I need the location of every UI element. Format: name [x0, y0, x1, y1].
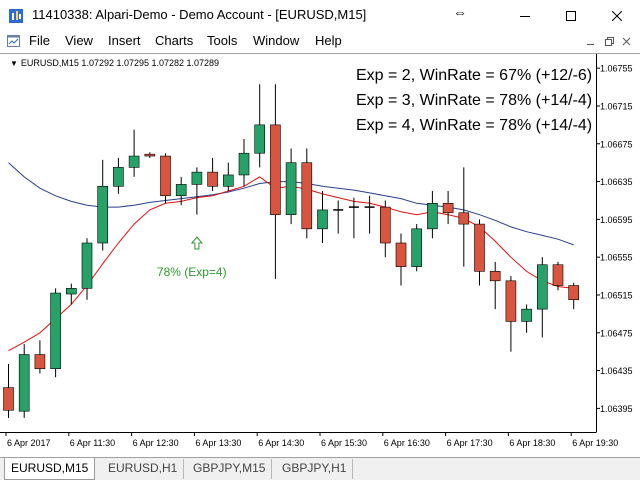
- time-tick-label: 6 Apr 14:30: [258, 438, 304, 448]
- candle-body: [50, 292, 61, 369]
- candle-body: [223, 174, 234, 187]
- time-tick-label: 6 Apr 12:30: [133, 438, 179, 448]
- candle-body: [505, 280, 517, 322]
- stat-line-exp2: Exp = 2, WinRate = 67% (+12/-6): [356, 67, 593, 84]
- candle-body: [301, 162, 313, 230]
- stat-line-exp4: Exp = 4, WinRate = 78% (+14/-4): [356, 117, 593, 134]
- symbol-info: ▼ EURUSD,M15 1.07292 1.07295 1.07282 1.07…: [10, 58, 219, 68]
- window-title: 11410338: Alpari-Demo - Demo Account - […: [32, 7, 367, 22]
- close-button[interactable]: [594, 0, 640, 31]
- close-icon: [612, 10, 622, 21]
- candle-body: [160, 155, 171, 197]
- tab-gbpjpy-m15[interactable]: GBPJPY,M15: [187, 459, 273, 479]
- time-tick-label: 6 Apr 13:30: [195, 438, 241, 448]
- candle-body: [285, 162, 297, 215]
- candle-body: [489, 271, 501, 282]
- candle-body: [191, 171, 203, 185]
- price-tick-label: 1.06635: [600, 177, 633, 187]
- signal-label: 78% (Exp=4): [157, 265, 227, 279]
- candle-body: [568, 285, 580, 300]
- mdi-minimize-button[interactable]: [584, 35, 598, 48]
- time-tick-label: 6 Apr 11:30: [70, 438, 115, 448]
- candle-body: [521, 308, 532, 322]
- chart-window[interactable]: 1.06755 1.06715 1.06675 1.06635 1.06595 1.065…: [0, 53, 640, 457]
- time-tick-label: 6 Apr 16:30: [384, 438, 430, 448]
- candle-body: [379, 206, 391, 244]
- menu-help[interactable]: Help: [315, 33, 342, 48]
- mdi-restore-button[interactable]: [602, 35, 616, 48]
- price-chart[interactable]: 1.06755 1.06715 1.06675 1.06635 1.06595 1.065…: [0, 54, 640, 458]
- candle-body: [175, 184, 187, 197]
- price-tick-label: 1.06475: [600, 328, 633, 338]
- price-tick-label: 1.06715: [600, 101, 633, 111]
- candle-body: [97, 186, 108, 244]
- minimize-icon: [520, 15, 530, 17]
- price-tick-label: 1.06515: [600, 290, 633, 300]
- tab-eurusd-m15[interactable]: EURUSD,M15: [4, 458, 96, 480]
- minimize-button[interactable]: [502, 0, 548, 31]
- candle-body: [66, 288, 77, 295]
- candle-body: [3, 387, 14, 411]
- candle-body: [113, 167, 124, 187]
- chart-tab-bar: EURUSD,M15 EURUSD,H1 GBPJPY,M15 GBPJPY,H…: [0, 457, 640, 480]
- candle-body: [411, 228, 423, 267]
- candle-body: [207, 171, 218, 187]
- candle-body: [317, 209, 328, 230]
- time-tick-label: 6 Apr 19:30: [572, 438, 618, 448]
- candle-body: [128, 155, 140, 168]
- candle-body: [34, 354, 46, 369]
- mdi-close-button[interactable]: [620, 35, 634, 48]
- time-tick-label: 6 Apr 2017: [7, 438, 51, 448]
- symbol-info-text: EURUSD,M15 1.07292 1.07295 1.07282 1.072…: [20, 58, 220, 68]
- price-tick-label: 1.06395: [600, 404, 633, 414]
- candle-body: [474, 223, 485, 272]
- title-bar: 11410338: Alpari-Demo - Demo Account - […: [0, 0, 640, 31]
- price-tick-label: 1.06555: [600, 253, 633, 263]
- signal-arrow-icon: [190, 236, 203, 250]
- candle-body: [552, 264, 564, 286]
- candle-body: [458, 212, 470, 225]
- time-tick-label: 6 Apr 15:30: [321, 438, 367, 448]
- price-tick-label: 1.06435: [600, 366, 633, 376]
- metatrader-app-icon: [8, 8, 24, 24]
- candle-body: [144, 153, 156, 157]
- menu-window[interactable]: Window: [253, 33, 299, 48]
- dropdown-triangle-icon: ▼: [10, 59, 18, 68]
- price-tick-label: 1.06755: [600, 64, 633, 74]
- tab-eurusd-h1[interactable]: EURUSD,H1: [102, 459, 185, 479]
- candle-body: [536, 264, 548, 310]
- menu-view[interactable]: View: [65, 33, 93, 48]
- candle-body: [18, 354, 30, 412]
- candle-body: [442, 203, 454, 214]
- time-tick-label: 6 Apr 17:30: [447, 438, 493, 448]
- candle-body: [238, 152, 250, 176]
- close-icon: [622, 37, 631, 46]
- stat-line-exp3: Exp = 3, WinRate = 78% (+14/-4): [356, 92, 593, 109]
- tab-gbpjpy-h1[interactable]: GBPJPY,H1: [276, 459, 354, 479]
- time-tick-label: 6 Apr 18:30: [509, 438, 555, 448]
- maximize-button[interactable]: [548, 0, 594, 31]
- candle-body: [395, 242, 407, 267]
- price-tick-label: 1.06595: [600, 215, 633, 225]
- resize-arrows-icon: ⇔: [453, 4, 467, 20]
- minimize-icon: [587, 44, 594, 45]
- price-tick-label: 1.06675: [600, 139, 633, 149]
- menu-bar: File View Insert Charts Tools Window Hel…: [0, 31, 640, 52]
- candle-body: [81, 242, 93, 289]
- restore-icon: [605, 37, 614, 46]
- menu-file[interactable]: File: [29, 33, 50, 48]
- menu-charts[interactable]: Charts: [155, 33, 193, 48]
- menu-tools[interactable]: Tools: [207, 33, 237, 48]
- chart-window-icon[interactable]: [6, 33, 22, 49]
- candle-body: [254, 124, 265, 154]
- candle-body: [270, 124, 281, 215]
- menu-insert[interactable]: Insert: [108, 33, 141, 48]
- candle-body: [427, 203, 438, 230]
- maximize-icon: [566, 10, 576, 21]
